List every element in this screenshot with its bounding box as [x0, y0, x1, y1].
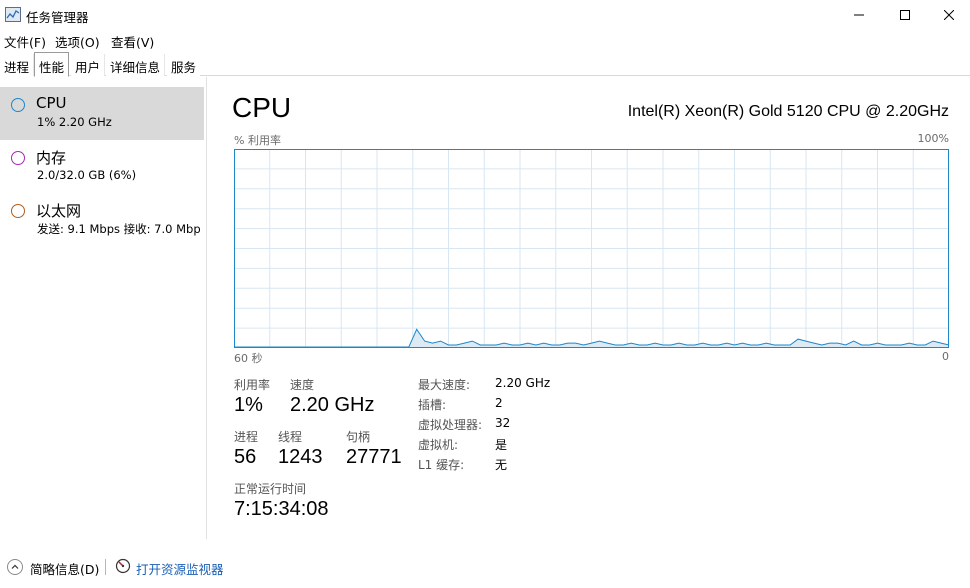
threads-value: 1243	[278, 446, 323, 468]
footer-bar: 简略信息(D) 打开资源监视器	[0, 552, 970, 588]
close-button[interactable]	[926, 0, 970, 30]
spec-label: 最大速度:	[418, 378, 471, 392]
memory-indicator-icon	[11, 151, 25, 165]
title-bar: 任务管理器	[0, 0, 970, 30]
spec-label: 插槽:	[418, 398, 447, 412]
sidebar-item-ethernet[interactable]: 以太网 发送: 9.1 Mbps 接收: 7.0 Mbp	[0, 193, 204, 246]
utilization-value: 1%	[234, 394, 263, 416]
menu-options[interactable]: 选项(O)	[55, 32, 100, 51]
close-icon	[944, 10, 954, 20]
tab-processes[interactable]: 进程	[0, 54, 35, 76]
graph-y-max: 100%	[917, 132, 949, 145]
cpu-indicator-icon	[11, 98, 25, 112]
spec-label: 虚拟机:	[418, 438, 459, 452]
threads-label: 线程	[278, 430, 303, 444]
sidebar-item-cpu[interactable]: CPU 1% 2.20 GHz	[0, 87, 204, 140]
uptime-label: 正常运行时间	[234, 482, 307, 496]
handles-label: 句柄	[346, 430, 371, 444]
menu-bar: 文件(F) 选项(O) 查看(V)	[0, 30, 970, 50]
spec-value: 2.20 GHz	[495, 376, 551, 390]
spec-value: 32	[495, 416, 511, 430]
page-title: CPU	[232, 92, 292, 123]
fewer-details-link[interactable]: 简略信息(D)	[30, 559, 99, 578]
menu-view[interactable]: 查看(V)	[111, 32, 154, 51]
footer-divider	[105, 559, 106, 575]
maximize-button[interactable]	[882, 0, 928, 30]
sidebar-item-label: 以太网	[36, 202, 82, 220]
spec-value: 是	[495, 438, 508, 452]
spec-value: 无	[495, 458, 508, 472]
menu-file[interactable]: 文件(F)	[4, 32, 46, 51]
sidebar-item-detail: 2.0/32.0 GB (6%)	[37, 168, 137, 182]
cpu-utilization-graph	[234, 149, 949, 348]
chevron-up-icon[interactable]	[7, 559, 23, 575]
maximize-icon	[900, 10, 910, 20]
tab-details[interactable]: 详细信息	[106, 54, 166, 76]
cpu-model-name: Intel(R) Xeon(R) Gold 5120 CPU @ 2.20GHz	[627, 103, 949, 120]
speed-value: 2.20 GHz	[290, 394, 375, 416]
resource-monitor-icon[interactable]	[115, 558, 131, 574]
sidebar-item-detail: 1% 2.20 GHz	[37, 115, 112, 129]
utilization-label: 利用率	[234, 378, 271, 392]
sidebar-item-label: CPU	[36, 94, 67, 112]
graph-time-end: 0	[942, 350, 949, 363]
spec-label: 虚拟处理器:	[418, 418, 483, 432]
spec-value: 2	[495, 396, 503, 410]
graph-y-label: % 利用率	[234, 134, 281, 147]
minimize-button[interactable]	[836, 0, 882, 30]
resource-sidebar: CPU 1% 2.20 GHz 内存 2.0/32.0 GB (6%) 以太网 …	[0, 77, 207, 539]
uptime-value: 7:15:34:08	[234, 498, 329, 520]
tab-users[interactable]: 用户	[71, 54, 106, 76]
tab-services[interactable]: 服务	[167, 54, 201, 76]
minimize-icon	[854, 14, 864, 16]
sidebar-item-label: 内存	[36, 149, 67, 167]
sidebar-item-detail: 发送: 9.1 Mbps 接收: 7.0 Mbp	[37, 222, 201, 236]
handles-value: 27771	[346, 446, 402, 468]
speed-label: 速度	[290, 378, 315, 392]
processes-label: 进程	[234, 430, 259, 444]
graph-time-start: 60 秒	[234, 352, 263, 365]
sidebar-item-memory[interactable]: 内存 2.0/32.0 GB (6%)	[0, 140, 204, 193]
tab-bar: 进程 性能 用户 详细信息 服务	[0, 52, 970, 77]
window-title: 任务管理器	[26, 10, 89, 25]
tab-performance[interactable]: 性能	[34, 52, 70, 77]
task-manager-icon	[5, 7, 21, 22]
ethernet-indicator-icon	[11, 204, 25, 218]
processes-value: 56	[234, 446, 257, 468]
spec-label: L1 缓存:	[418, 458, 465, 472]
open-resource-monitor-link[interactable]: 打开资源监视器	[136, 559, 224, 578]
